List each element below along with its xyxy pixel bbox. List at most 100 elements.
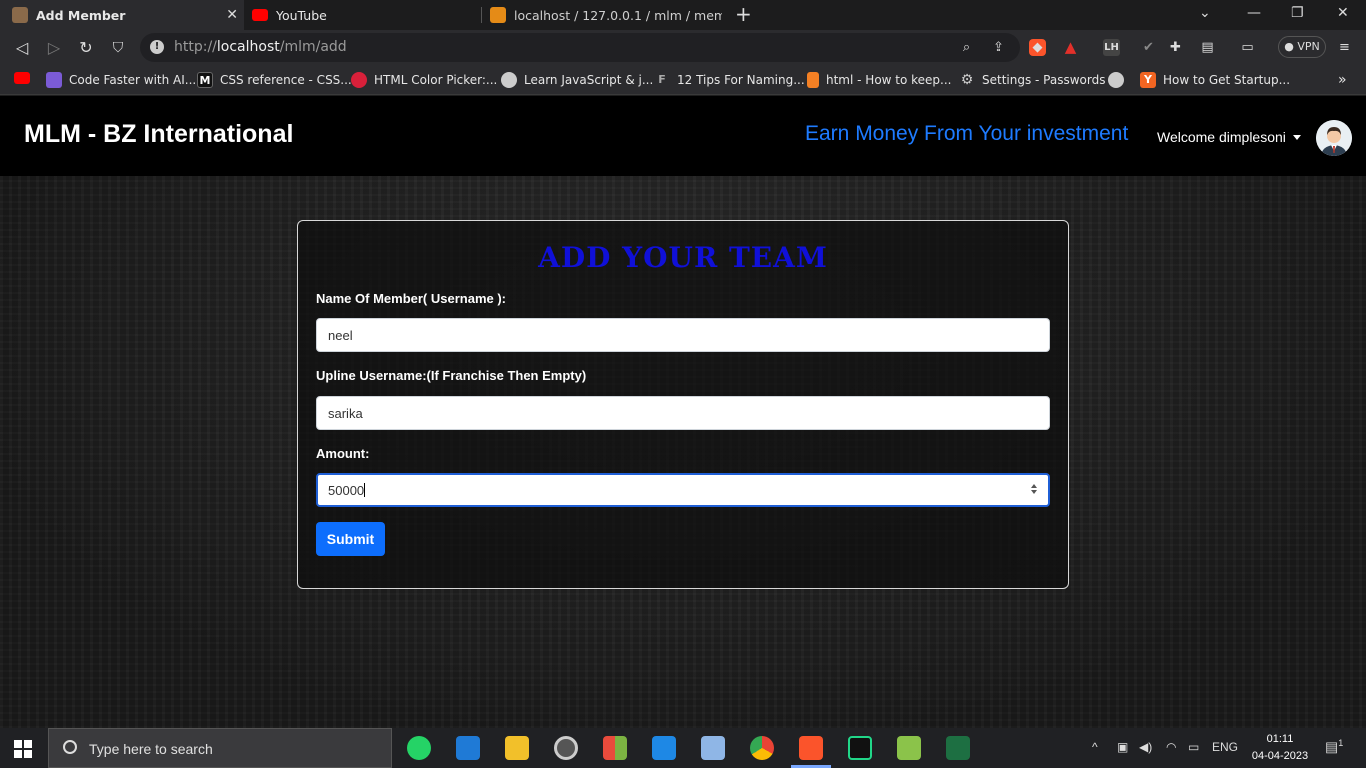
codeium-icon — [46, 72, 62, 88]
clock-time: 01:11 — [1266, 733, 1294, 745]
wallet-icon[interactable]: ▭ — [1239, 39, 1256, 56]
brave-icon[interactable] — [799, 736, 823, 760]
stackoverflow-icon — [807, 72, 819, 88]
browser-tab-bar: Add Member ✕ YouTube localhost / 127.0.0… — [0, 0, 1366, 30]
text-cursor — [364, 483, 366, 497]
bookmark-globe[interactable] — [1108, 72, 1131, 88]
whatsapp-icon[interactable] — [407, 736, 431, 760]
globe-icon — [1108, 72, 1124, 88]
tab-title: YouTube — [276, 7, 327, 23]
vscode-icon[interactable] — [652, 736, 676, 760]
caret-down-icon[interactable] — [1293, 135, 1301, 140]
menu-icon[interactable]: ≡ — [1336, 39, 1353, 56]
url-text: http://localhost/mlm/add — [174, 39, 347, 55]
volume-icon[interactable]: ◀) — [1139, 740, 1152, 754]
add-member-form: ADD YOUR TEAM Name Of Member( Username )… — [297, 220, 1069, 589]
username-label: Name Of Member( Username ): — [316, 291, 506, 306]
battery-icon[interactable]: ▭ — [1188, 740, 1199, 754]
virtualbox-icon[interactable] — [701, 736, 725, 760]
address-bar[interactable]: ! http://localhost/mlm/add ⌕ ⇪ — [140, 33, 1020, 62]
tab-search-chevron-icon[interactable]: ⌄ — [1199, 5, 1211, 21]
bookmark-color-picker[interactable]: HTML Color Picker:... — [351, 72, 497, 88]
notifications-icon[interactable]: ▤1 — [1325, 738, 1343, 756]
language-indicator[interactable]: ENG — [1212, 740, 1238, 754]
brave-shields-icon[interactable]: ◆ — [1029, 39, 1046, 56]
file-explorer-icon[interactable] — [505, 736, 529, 760]
close-window-icon[interactable]: ✕ — [1337, 5, 1349, 21]
zoom-icon[interactable]: ⌕ — [958, 39, 975, 56]
bookmark-settings-passwords[interactable]: ⚙ Settings - Passwords — [959, 72, 1106, 88]
submit-button[interactable]: Submit — [316, 522, 385, 556]
lighthouse-extension-icon[interactable]: LH — [1103, 39, 1120, 56]
chrome-icon[interactable] — [750, 736, 774, 760]
sidebar-icon[interactable]: ▤ — [1199, 39, 1216, 56]
store-icon[interactable] — [603, 736, 627, 760]
amount-input[interactable]: 50000 — [316, 473, 1050, 507]
brave-rewards-icon[interactable]: ▲ — [1062, 39, 1079, 56]
globe-icon — [501, 72, 517, 88]
share-icon[interactable]: ⇪ — [990, 39, 1007, 56]
forward-icon[interactable]: ▷ — [43, 37, 65, 59]
youtube-icon — [14, 72, 30, 84]
tray-chevron-icon[interactable]: ^ — [1092, 740, 1098, 754]
extensions-icon[interactable]: ✚ — [1167, 39, 1184, 56]
spinner-up-icon[interactable] — [1031, 484, 1037, 488]
bookmark-code-faster[interactable]: Code Faster with AI... — [46, 72, 196, 88]
ycombinator-icon: Y — [1140, 72, 1156, 88]
bookmark-stackoverflow[interactable]: html - How to keep... — [807, 72, 952, 88]
tab-add-member[interactable]: Add Member ✕ — [0, 0, 244, 30]
vpn-button[interactable]: ● VPN — [1278, 36, 1326, 58]
user-avatar-icon — [1316, 120, 1352, 156]
system-clock[interactable]: 01:11 04-04-2023 — [1248, 731, 1312, 765]
extension-badge-icon[interactable]: ✔ — [1140, 39, 1157, 56]
network-icon[interactable]: ◠ — [1166, 740, 1176, 754]
tab-title: Add Member — [36, 7, 126, 23]
reload-icon[interactable]: ↻ — [75, 37, 97, 59]
mdn-icon: M — [197, 72, 213, 88]
spinner-down-icon[interactable] — [1031, 490, 1037, 494]
excel-icon[interactable] — [946, 736, 970, 760]
bookmark-naming-tips[interactable]: F 12 Tips For Naming... — [654, 72, 805, 88]
upline-label: Upline Username:(If Franchise Then Empty… — [316, 368, 587, 383]
upline-input[interactable]: sarika — [316, 396, 1050, 430]
color-picker-icon — [351, 72, 367, 88]
bookmark-youtube[interactable] — [14, 72, 37, 84]
bookmark-startup[interactable]: Y How to Get Startup... — [1140, 72, 1290, 88]
username-input[interactable]: neel — [316, 318, 1050, 352]
user-menu-toggle[interactable]: Welcome dimplesoni — [1157, 129, 1286, 145]
windows-taskbar: Type here to search ^ ▣ ◀) ▭ ◠ ENG 01:11… — [0, 728, 1366, 768]
meet-now-icon[interactable]: ▣ — [1117, 740, 1128, 754]
clock-date: 04-04-2023 — [1251, 750, 1309, 762]
sheet-app-icon[interactable] — [897, 736, 921, 760]
freecodecamp-icon: F — [654, 72, 670, 88]
tab-phpmyadmin[interactable]: localhost / 127.0.0.1 / mlm / members — [482, 0, 722, 30]
windows-start-icon[interactable] — [14, 740, 32, 758]
back-icon[interactable]: ◁ — [11, 37, 33, 59]
site-info-icon[interactable]: ! — [150, 40, 164, 54]
search-icon — [63, 740, 77, 754]
site-tagline: Earn Money From Your investment — [805, 122, 1129, 145]
site-brand[interactable]: MLM - BZ International — [24, 120, 293, 149]
phpmyadmin-icon — [490, 7, 506, 23]
bookmark-learn-javascript[interactable]: Learn JavaScript & j... — [501, 72, 653, 88]
number-spinner[interactable] — [1030, 482, 1038, 498]
gear-icon: ⚙ — [960, 72, 974, 88]
task-view-icon[interactable] — [456, 736, 480, 760]
site-navbar: MLM - BZ International Earn Money From Y… — [0, 96, 1366, 176]
restore-icon[interactable]: ❐ — [1291, 5, 1304, 21]
close-tab-icon[interactable]: ✕ — [226, 7, 238, 23]
pycharm-icon[interactable] — [848, 736, 872, 760]
bookmark-css-reference[interactable]: M CSS reference - CSS... — [197, 72, 352, 88]
bookmark-icon[interactable]: ⛉ — [107, 37, 129, 59]
site-favicon-icon — [12, 7, 28, 23]
media-player-icon[interactable] — [554, 736, 578, 760]
youtube-icon — [252, 9, 268, 21]
browser-toolbar: ◁ ▷ ↻ ⛉ ! http://localhost/mlm/add ⌕ ⇪ ◆… — [0, 30, 1366, 65]
tab-youtube[interactable]: YouTube — [244, 0, 480, 30]
avatar[interactable] — [1316, 120, 1352, 156]
new-tab-button[interactable]: + — [735, 2, 752, 26]
minimize-icon[interactable]: — — [1247, 5, 1261, 21]
form-title: ADD YOUR TEAM — [538, 241, 828, 274]
taskbar-search[interactable]: Type here to search — [48, 728, 392, 768]
bookmarks-overflow-button[interactable]: » — [1338, 72, 1347, 88]
